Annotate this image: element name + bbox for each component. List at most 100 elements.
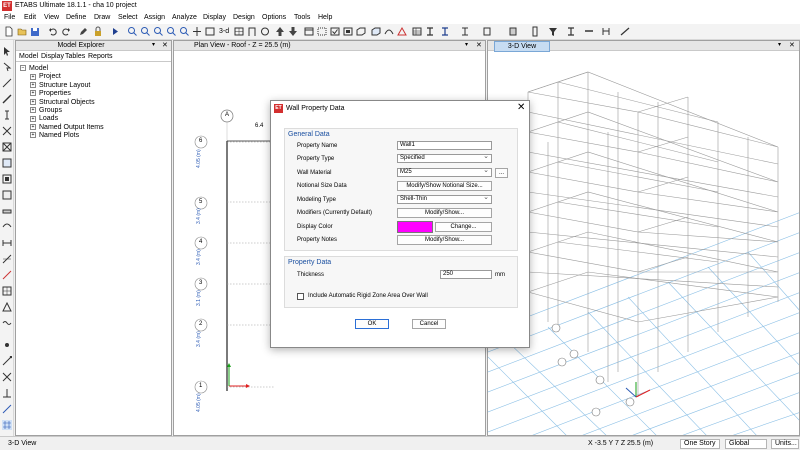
zoom-in-icon[interactable] xyxy=(140,26,150,37)
section-cut-icon[interactable] xyxy=(566,26,576,37)
pencil-icon[interactable] xyxy=(78,26,88,37)
3d-box-icon[interactable] xyxy=(371,26,381,37)
expand-icon[interactable]: + xyxy=(30,107,36,114)
snap-points-icon[interactable] xyxy=(2,340,12,350)
modeling-type-select[interactable]: Shell-Thin xyxy=(397,194,492,204)
draw-line-icon[interactable] xyxy=(620,26,630,37)
concrete-design-icon[interactable] xyxy=(482,26,492,37)
view-3d-button[interactable]: 3-d xyxy=(219,28,229,35)
tab-display[interactable]: Display xyxy=(41,53,64,60)
pin-icon[interactable]: ▾ xyxy=(465,41,468,48)
draw-joint-icon[interactable] xyxy=(2,78,12,88)
zoom-all-icon[interactable] xyxy=(166,26,176,37)
reshape-icon[interactable] xyxy=(2,62,12,72)
tree-item-project[interactable]: + Project xyxy=(20,73,104,81)
zoom-out-icon[interactable] xyxy=(153,26,163,37)
story-select[interactable]: One Story xyxy=(680,439,720,449)
display-color-swatch[interactable] xyxy=(397,221,433,233)
menu-file[interactable]: File xyxy=(4,14,15,21)
wall-section-icon[interactable] xyxy=(508,26,518,37)
zoom-window-icon[interactable] xyxy=(127,26,137,37)
tree-item-named-plots[interactable]: + Named Plots xyxy=(20,132,104,140)
draw-wall-icon[interactable] xyxy=(2,142,12,152)
expand-icon[interactable]: + xyxy=(30,73,36,80)
snap-intersection-icon[interactable] xyxy=(2,372,12,382)
pan-icon[interactable] xyxy=(192,26,202,37)
restore-view-icon[interactable] xyxy=(205,26,215,37)
zoom-previous-icon[interactable] xyxy=(179,26,189,37)
menu-draw[interactable]: Draw xyxy=(94,14,110,21)
tab-tables[interactable]: Tables xyxy=(65,53,85,60)
notional-size-button[interactable]: Modify/Show Notional Size... xyxy=(397,181,492,191)
expand-icon[interactable]: + xyxy=(30,90,36,97)
modifiers-button[interactable]: Modify/Show... xyxy=(397,208,492,218)
pin-icon[interactable]: ▾ xyxy=(778,41,781,48)
draw-slab-icon[interactable] xyxy=(2,206,12,216)
snap-perpendicular-icon[interactable] xyxy=(2,388,12,398)
object-shrink-icon[interactable] xyxy=(343,26,353,37)
rigid-zone-checkbox[interactable] xyxy=(297,293,304,300)
tab-reports[interactable]: Reports xyxy=(88,53,113,60)
cancel-button[interactable]: Cancel xyxy=(412,319,446,329)
draw-grid-icon[interactable] xyxy=(2,301,12,312)
set-display-options-icon[interactable] xyxy=(304,26,314,37)
tree-item-structure-layout[interactable]: + Structure Layout xyxy=(20,82,104,90)
snap-ends-icon[interactable] xyxy=(2,355,13,366)
filter-icon[interactable] xyxy=(548,26,558,37)
link-icon[interactable] xyxy=(584,26,594,37)
check-icon[interactable] xyxy=(330,26,340,37)
move-up-icon[interactable] xyxy=(275,26,285,37)
move-down-icon[interactable] xyxy=(288,26,298,37)
change-color-button[interactable]: Change... xyxy=(435,222,492,232)
property-name-input[interactable]: Wall1 xyxy=(397,141,492,150)
menu-edit[interactable]: Edit xyxy=(24,14,36,21)
menu-tools[interactable]: Tools xyxy=(294,14,310,21)
tree-item-named-output-items[interactable]: + Named Output Items xyxy=(20,124,104,132)
menu-analyze[interactable]: Analyze xyxy=(172,14,197,21)
menu-assign[interactable]: Assign xyxy=(144,14,165,21)
collapse-icon[interactable]: − xyxy=(20,65,26,72)
force-diagram-icon[interactable] xyxy=(397,26,407,37)
expand-icon[interactable]: + xyxy=(30,115,36,122)
draw-tendon-icon[interactable] xyxy=(2,222,12,232)
select-all-icon[interactable] xyxy=(317,26,327,37)
draw-brace-icon[interactable] xyxy=(2,126,12,136)
undo-icon[interactable] xyxy=(48,26,58,37)
deformed-shape-icon[interactable] xyxy=(384,26,394,37)
elevation-view-icon[interactable] xyxy=(247,26,257,37)
rotate-view-icon[interactable] xyxy=(260,26,270,37)
expand-icon[interactable]: + xyxy=(30,123,36,130)
tree-item-groups[interactable]: + Groups xyxy=(20,107,104,115)
coordinate-system-select[interactable]: Global xyxy=(725,439,767,449)
units-button[interactable]: Units... xyxy=(771,439,799,449)
beam-section-icon[interactable] xyxy=(460,26,470,37)
draw-column-icon[interactable] xyxy=(2,110,12,120)
close-icon[interactable]: ✕ xyxy=(162,41,168,49)
menu-select[interactable]: Select xyxy=(118,14,137,21)
run-analysis-icon[interactable] xyxy=(110,26,120,37)
frame-section-icon[interactable] xyxy=(425,26,435,37)
draw-floor-icon[interactable] xyxy=(2,158,12,168)
wall-material-select[interactable]: M25 xyxy=(397,167,492,177)
property-notes-button[interactable]: Modify/Show... xyxy=(397,235,492,245)
tree-item-properties[interactable]: + Properties xyxy=(20,90,104,98)
column-section-icon[interactable] xyxy=(530,26,540,37)
lock-icon[interactable] xyxy=(93,26,103,37)
menu-help[interactable]: Help xyxy=(318,14,332,21)
draw-section-cut-icon[interactable] xyxy=(2,270,12,280)
menu-design[interactable]: Design xyxy=(233,14,255,21)
open-folder-icon[interactable] xyxy=(17,26,27,37)
menu-define[interactable]: Define xyxy=(66,14,86,21)
menu-view[interactable]: View xyxy=(44,14,59,21)
wall-material-browse-button[interactable]: ... xyxy=(495,168,508,178)
redo-icon[interactable] xyxy=(61,26,71,37)
snap-lines-icon[interactable] xyxy=(2,404,12,414)
new-file-icon[interactable] xyxy=(4,26,14,37)
draw-area-icon[interactable] xyxy=(2,190,12,200)
expand-icon[interactable]: + xyxy=(30,132,36,139)
steel-design-icon[interactable] xyxy=(440,26,450,37)
draw-dimension-icon[interactable] xyxy=(2,238,12,248)
expand-icon[interactable]: + xyxy=(30,98,36,105)
thickness-input[interactable]: 250 xyxy=(440,270,492,279)
draw-link-icon[interactable] xyxy=(2,318,12,328)
